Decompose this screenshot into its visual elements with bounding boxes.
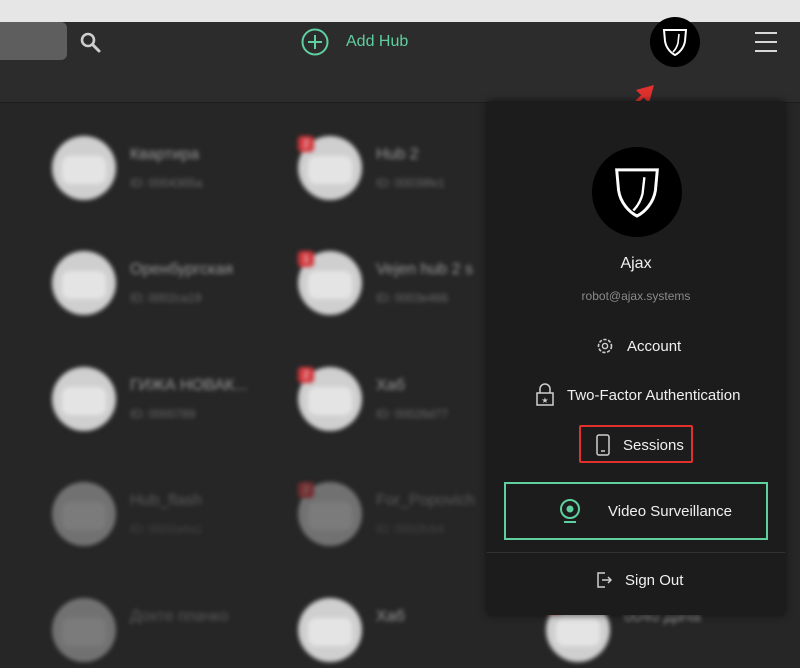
hub-id: ID: 0002са19	[130, 291, 202, 305]
two-factor-menu-item[interactable]: ★ Two-Factor Authentication	[535, 383, 740, 407]
hub-name: ГИЖА НОВАК...	[130, 377, 248, 394]
notification-badge: 2	[298, 136, 314, 152]
shield-icon	[615, 168, 659, 218]
menu-divider	[487, 552, 785, 553]
hub-image	[52, 367, 116, 431]
profile-name: Ajax	[620, 255, 652, 272]
hub-name: For_Popovich	[376, 492, 475, 509]
video-surveillance-button[interactable]: Video Surveillance	[504, 482, 768, 540]
hub-name: Квартира	[130, 146, 200, 163]
hub-card[interactable]: Квартира ID: 00043б5a	[52, 136, 282, 206]
plus-circle-icon	[301, 28, 329, 56]
sign-out-menu-item[interactable]: Sign Out	[595, 571, 683, 589]
gear-icon	[597, 338, 613, 354]
hub-image	[52, 598, 116, 662]
add-hub-label: Add Hub	[346, 33, 409, 50]
hub-name: Хаб	[376, 608, 405, 625]
sign-out-icon	[597, 572, 613, 588]
account-label: Account	[627, 337, 682, 355]
hub-name: Оренбургская	[130, 261, 234, 278]
hub-card[interactable]: Дохте ппачко	[52, 598, 282, 668]
hub-name: Hub 2	[376, 146, 419, 163]
two-factor-label: Two-Factor Authentication	[567, 386, 741, 404]
search-input[interactable]	[0, 22, 67, 60]
sign-out-label: Sign Out	[625, 571, 684, 589]
hub-card[interactable]: Оренбургская ID: 0002са19	[52, 251, 282, 321]
hub-image	[298, 598, 362, 662]
hub-id: ID: 0003е466	[376, 291, 449, 305]
hub-id: ID: 00043б5a	[130, 176, 203, 190]
hub-name: Vejen hub 2 s	[376, 261, 473, 278]
notification-badge: 1	[298, 251, 314, 267]
profile-avatar	[592, 147, 682, 237]
account-menu-item[interactable]: Account	[595, 336, 681, 356]
hub-image	[52, 482, 116, 546]
add-hub-button[interactable]: Add Hub	[300, 27, 408, 57]
hub-image	[52, 251, 116, 315]
profile-dropdown: Ajax robot@ajax.systems Account ★ Two-Fa…	[487, 101, 785, 615]
shield-icon	[662, 29, 688, 57]
profile-avatar-button[interactable]	[650, 17, 700, 67]
search-icon[interactable]	[78, 30, 102, 54]
hub-id: ID: 0000789	[130, 407, 196, 421]
notification-badge: 2	[298, 482, 314, 498]
hub-card[interactable]: ГИЖА НОВАК... ID: 0000789	[52, 367, 282, 437]
hub-id: ID: 00039fe1	[376, 176, 445, 190]
hub-id: ID: 00026d77	[376, 407, 449, 421]
hub-name: Hub_flash	[130, 492, 203, 509]
hamburger-menu-icon[interactable]	[754, 30, 778, 54]
sessions-menu-item[interactable]: Sessions	[595, 434, 684, 456]
hub-image	[52, 136, 116, 200]
hub-id: ID: 0002fcb4	[376, 522, 445, 536]
hub-id: ID: 0002a4a1	[130, 522, 203, 536]
phone-icon	[596, 434, 610, 456]
video-surveillance-label: Video Surveillance	[608, 502, 732, 520]
hub-card[interactable]: Hub_flash ID: 0002a4a1	[52, 482, 282, 552]
notification-badge: 2	[298, 367, 314, 383]
svg-text:★: ★	[541, 396, 548, 405]
hub-name: Хаб	[376, 377, 405, 394]
camera-icon	[560, 499, 580, 523]
lock-icon: ★	[536, 383, 554, 406]
sessions-label: Sessions	[623, 436, 684, 454]
profile-email: robot@ajax.systems	[581, 289, 691, 303]
hub-name: Дохте ппачко	[130, 608, 229, 625]
